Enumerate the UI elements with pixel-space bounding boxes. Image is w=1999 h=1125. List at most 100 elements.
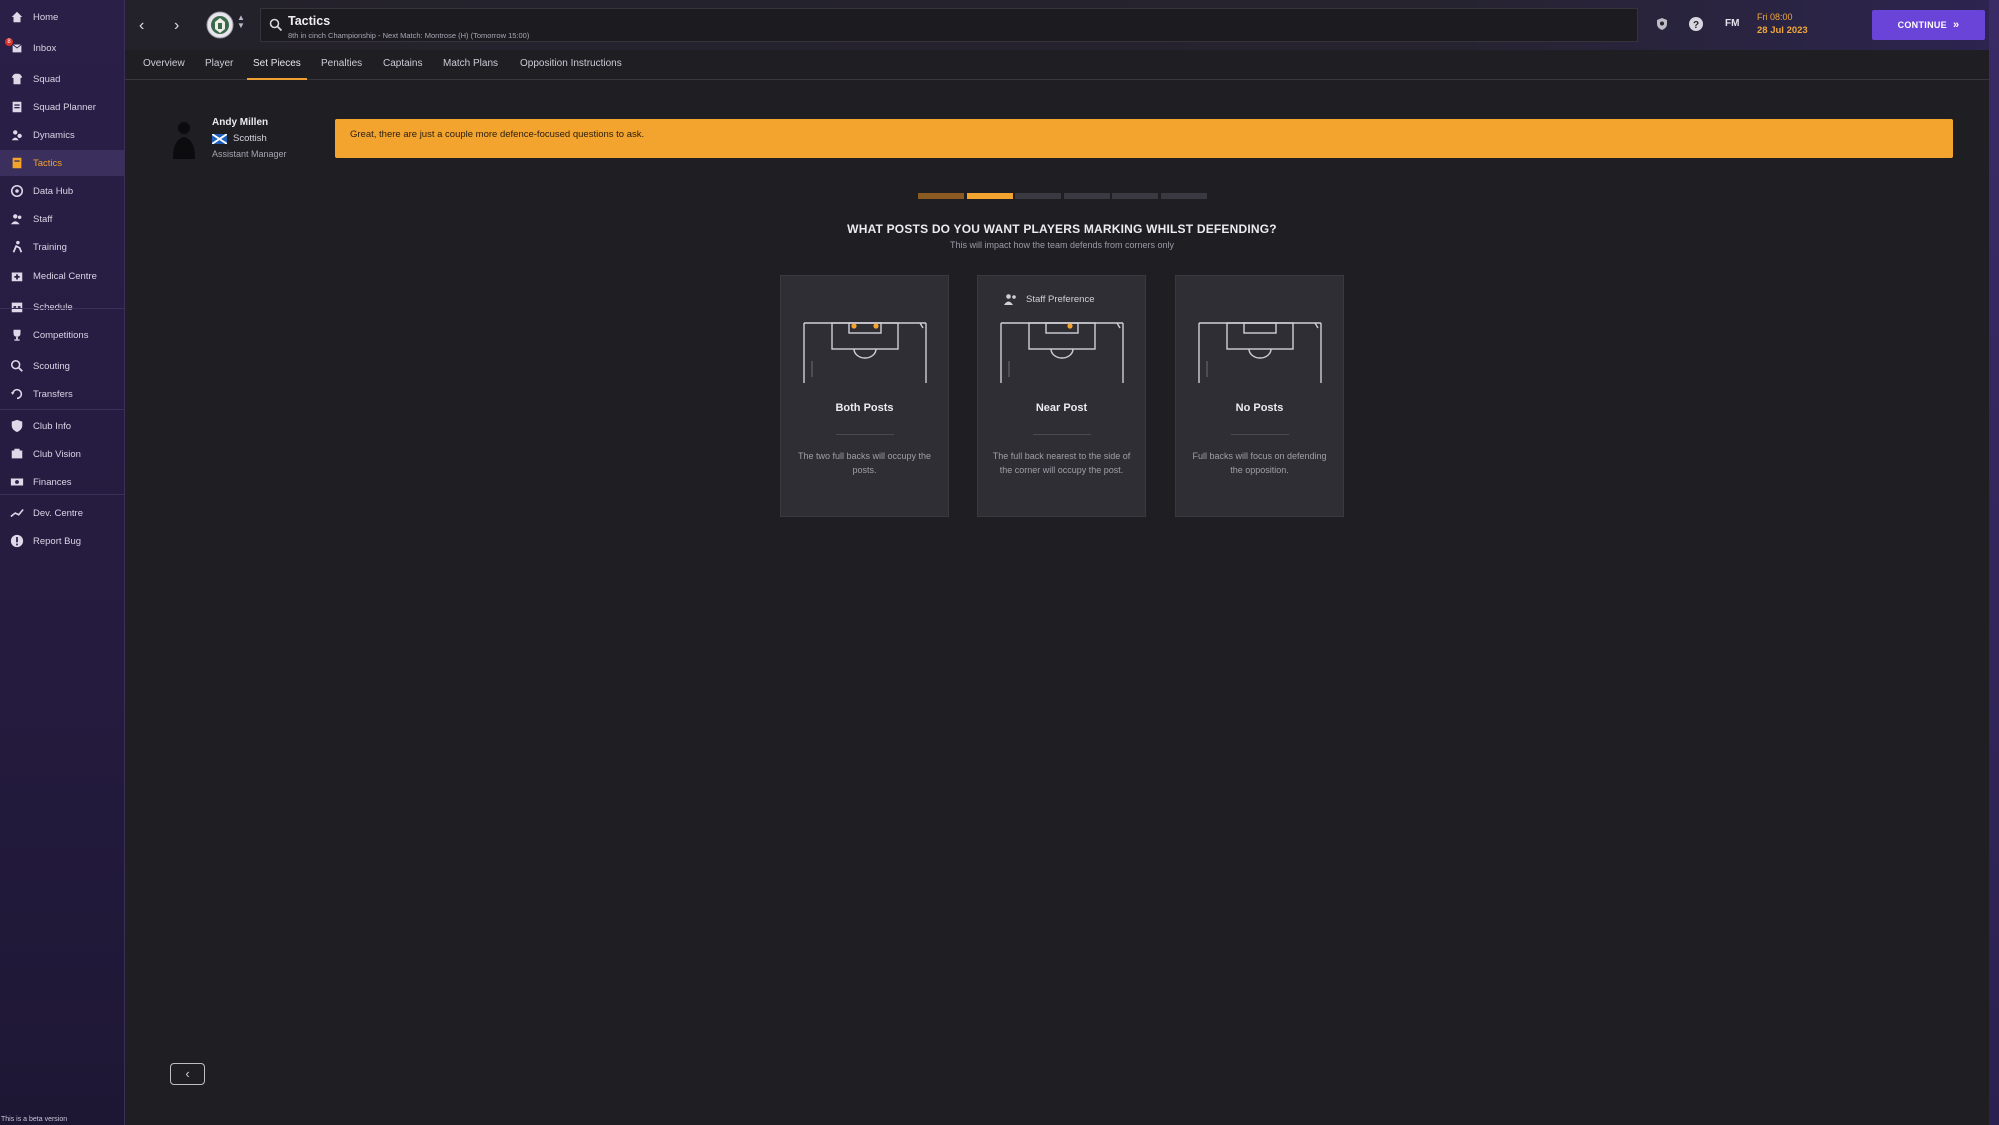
option-title: No Posts xyxy=(1235,402,1284,414)
sidebar-item-squad[interactable]: Squad xyxy=(0,66,124,92)
tab-overview[interactable]: Overview xyxy=(143,58,185,80)
help-icon[interactable]: ? xyxy=(1687,15,1705,33)
page-title: Tactics xyxy=(288,14,331,28)
scouting-icon xyxy=(9,358,25,374)
page-subtitle: 8th in cinch Championship - Next Match: … xyxy=(288,31,530,40)
report-bug-icon xyxy=(9,533,25,549)
sidebar-item-label: Club Vision xyxy=(33,448,81,460)
chevron-left-icon: ‹ xyxy=(185,1066,190,1081)
sidebar-item-home[interactable]: Home xyxy=(0,4,124,30)
nationality-label: Scottish xyxy=(233,133,267,144)
question-progress xyxy=(918,193,1207,199)
sidebar-item-squad-planner[interactable]: Squad Planner xyxy=(0,94,124,120)
tab-opposition-instructions[interactable]: Opposition Instructions xyxy=(520,58,622,80)
sidebar-item-inbox[interactable]: Inbox 8 xyxy=(0,35,124,61)
progress-step xyxy=(1063,193,1110,199)
option-card-near-post[interactable]: Staff Preference Near Post The full back n… xyxy=(977,275,1146,517)
sidebar-item-competitions[interactable]: Competitions xyxy=(0,322,124,348)
progress-step xyxy=(918,193,964,199)
tactics-icon xyxy=(9,155,25,171)
calendar-icon xyxy=(9,299,25,315)
option-divider xyxy=(1033,434,1091,435)
dynamics-icon xyxy=(9,127,25,143)
option-title: Both Posts xyxy=(835,402,894,414)
sidebar-item-finances[interactable]: Finances xyxy=(0,469,124,495)
tab-match-plans[interactable]: Match Plans xyxy=(443,58,498,80)
shirt-icon xyxy=(9,71,25,87)
option-card-both-posts[interactable]: Both Posts The two full backs will occupy… xyxy=(780,275,949,517)
search-icon[interactable] xyxy=(269,18,283,37)
sidebar-item-label: Transfers xyxy=(33,388,73,400)
sidebar-item-report-bug[interactable]: Report Bug xyxy=(0,528,124,554)
pitch-diagram xyxy=(1000,322,1124,383)
sidebar-item-label: Dynamics xyxy=(33,129,75,141)
fm-logo[interactable]: FM xyxy=(1725,18,1739,29)
collapse-panel-button[interactable]: ‹ xyxy=(170,1063,205,1085)
inbox-badge: 8 xyxy=(5,38,13,46)
staff-icon xyxy=(1004,294,1016,305)
sidebar-item-label: Competitions xyxy=(33,329,89,341)
sidebar: Home Inbox 8 Squad Squad Planner Dynamics Tact… xyxy=(0,0,125,1125)
sidebar-item-label: Finances xyxy=(33,476,72,488)
assistant-role: Assistant Manager xyxy=(212,149,287,159)
sidebar-item-label: Scouting xyxy=(33,360,70,372)
tab-captains[interactable]: Captains xyxy=(383,58,422,80)
tab-set-pieces[interactable]: Set Pieces xyxy=(247,58,307,80)
trophy-icon xyxy=(9,327,25,343)
sidebar-item-transfers[interactable]: Transfers xyxy=(0,381,124,407)
sidebar-item-club-vision[interactable]: Club Vision xyxy=(0,441,124,467)
forward-arrow-icon[interactable]: › xyxy=(174,17,179,35)
question-subtitle: This will impact how the team defends fr… xyxy=(949,240,1175,250)
top-bar: ‹ › ▲ ▼ Tactics 8th in cinch Championship… xyxy=(125,0,1999,50)
tab-bar: Overview Player Set Pieces Penalties Captain… xyxy=(125,50,1999,80)
option-title: Near Post xyxy=(1035,402,1088,414)
sidebar-item-label: Squad xyxy=(33,73,61,85)
assistant-message-banner: Great, there are just a couple more defe… xyxy=(335,119,1953,158)
sidebar-item-label: Dev. Centre xyxy=(33,507,83,519)
sidebar-divider xyxy=(0,409,124,410)
assistant-card[interactable]: Andy Millen Scottish Assistant Manager xyxy=(170,114,330,162)
medical-icon xyxy=(9,268,25,284)
beta-note: This is a beta version xyxy=(1,1116,68,1123)
back-arrow-icon[interactable]: ‹ xyxy=(139,17,144,35)
sidebar-divider xyxy=(0,494,124,495)
sidebar-item-label: Squad Planner xyxy=(33,101,96,113)
assistant-nationality: Scottish xyxy=(212,133,267,144)
double-chevron-right-icon: » xyxy=(1952,19,1960,31)
sidebar-item-label: Inbox xyxy=(33,42,57,54)
option-card-no-posts[interactable]: No Posts Full backs will focus on defendi… xyxy=(1175,275,1344,517)
data-hub-icon xyxy=(9,183,25,199)
sidebar-item-dynamics[interactable]: Dynamics xyxy=(0,122,124,148)
question-title: WHAT POSTS DO YOU WANT PLAYERS MARKING W… xyxy=(847,222,1277,236)
pitch-diagram xyxy=(803,322,927,383)
club-switch-chevrons-icon[interactable]: ▲ ▼ xyxy=(237,14,245,30)
svg-text:?: ? xyxy=(1693,20,1699,31)
scotland-flag-icon xyxy=(212,133,227,144)
scrollbar-track[interactable] xyxy=(1989,0,1999,1125)
option-description: The full back nearest to the side of the… xyxy=(992,451,1131,475)
sidebar-item-scouting[interactable]: Scouting xyxy=(0,353,124,379)
staff-preference-tag: Staff Preference xyxy=(1004,293,1094,305)
sidebar-divider xyxy=(0,172,124,173)
option-divider xyxy=(836,434,894,435)
sidebar-item-schedule[interactable]: Schedule xyxy=(0,294,124,320)
sidebar-item-label: Tactics xyxy=(33,157,63,169)
shield-award-icon[interactable] xyxy=(1653,15,1671,33)
tab-player[interactable]: Player xyxy=(205,58,233,80)
sidebar-item-data-hub[interactable]: Data Hub xyxy=(0,178,124,204)
dev-centre-icon xyxy=(9,505,25,521)
vision-icon xyxy=(9,446,25,462)
sidebar-item-dev-centre[interactable]: Dev. Centre xyxy=(0,500,124,526)
person-silhouette-icon xyxy=(173,122,195,159)
option-description: The two full backs will occupy the posts… xyxy=(797,451,932,475)
sidebar-item-medical-centre[interactable]: Medical Centre xyxy=(0,263,124,289)
continue-button[interactable]: CONTINUE » xyxy=(1872,10,1985,40)
transfers-icon xyxy=(9,386,25,402)
sidebar-item-club-info[interactable]: Club Info xyxy=(0,413,124,439)
game-date[interactable]: Fri 08:00 28 Jul 2023 xyxy=(1757,12,1808,36)
sidebar-divider xyxy=(0,308,124,309)
progress-step xyxy=(1112,193,1158,199)
club-badge-icon[interactable] xyxy=(205,10,235,40)
date-full: 28 Jul 2023 xyxy=(1757,25,1808,36)
tab-penalties[interactable]: Penalties xyxy=(321,58,362,80)
